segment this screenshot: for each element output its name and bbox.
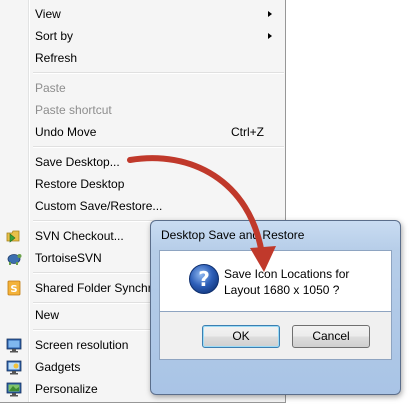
menu-item-label: Undo Move bbox=[35, 125, 97, 139]
menu-item-shortcut: Ctrl+Z bbox=[231, 125, 264, 139]
shared-folder-sync-icon: S bbox=[6, 280, 22, 296]
dialog-message-area: ? Save Icon Locations for Layout 1680 x … bbox=[159, 250, 392, 312]
menu-item-label: Custom Save/Restore... bbox=[35, 199, 163, 213]
menu-item-save-desktop[interactable]: Save Desktop... bbox=[2, 151, 284, 173]
svg-text:?: ? bbox=[198, 267, 210, 291]
dialog-message: Save Icon Locations for Layout 1680 x 10… bbox=[224, 266, 349, 298]
svn-checkout-icon bbox=[6, 228, 22, 244]
menu-item-view[interactable]: View bbox=[2, 3, 284, 25]
menu-separator bbox=[33, 146, 284, 148]
menu-item-label: Save Desktop... bbox=[35, 155, 120, 169]
svg-text:S: S bbox=[10, 284, 17, 295]
dialog-button-bar: OK Cancel bbox=[159, 312, 392, 360]
menu-item-paste-shortcut[interactable]: Paste shortcut bbox=[2, 99, 284, 121]
menu-item-custom-save-restore[interactable]: Custom Save/Restore... bbox=[2, 195, 284, 217]
monitor-icon bbox=[6, 337, 22, 353]
personalize-icon bbox=[6, 381, 22, 397]
menu-item-refresh[interactable]: Refresh bbox=[2, 47, 284, 69]
menu-item-label: Paste bbox=[35, 81, 66, 95]
ok-button[interactable]: OK bbox=[202, 325, 280, 348]
menu-item-undo-move[interactable]: Undo Move Ctrl+Z bbox=[2, 121, 284, 143]
menu-item-label: TortoiseSVN bbox=[35, 251, 102, 265]
menu-item-label: Refresh bbox=[35, 51, 78, 65]
cancel-button[interactable]: Cancel bbox=[292, 325, 370, 348]
tortoise-icon bbox=[6, 250, 22, 266]
menu-item-label: Restore Desktop bbox=[35, 177, 125, 191]
submenu-arrow-icon bbox=[268, 33, 272, 39]
menu-item-paste[interactable]: Paste bbox=[2, 77, 284, 99]
menu-item-label: Gadgets bbox=[35, 360, 81, 374]
menu-separator bbox=[33, 72, 284, 74]
menu-item-label: New bbox=[35, 308, 60, 322]
submenu-arrow-icon bbox=[268, 11, 272, 17]
menu-item-label: Sort by bbox=[35, 29, 74, 43]
menu-item-label: Paste shortcut bbox=[35, 103, 112, 117]
menu-item-label: Personalize bbox=[35, 382, 98, 396]
menu-item-restore-desktop[interactable]: Restore Desktop bbox=[2, 173, 284, 195]
dialog-message-line: Layout 1680 x 1050 ? bbox=[224, 283, 340, 297]
menu-item-label: Screen resolution bbox=[35, 338, 129, 352]
menu-item-sort-by[interactable]: Sort by bbox=[2, 25, 284, 47]
gadgets-icon bbox=[6, 359, 22, 375]
dialog-message-line: Save Icon Locations for bbox=[224, 267, 350, 281]
menu-item-label: View bbox=[35, 7, 61, 21]
save-restore-dialog: Desktop Save and Restore ? Save Icon Loc… bbox=[150, 220, 401, 395]
dialog-title: Desktop Save and Restore bbox=[161, 228, 305, 242]
question-icon: ? bbox=[188, 263, 220, 295]
menu-item-label: SVN Checkout... bbox=[35, 229, 124, 243]
